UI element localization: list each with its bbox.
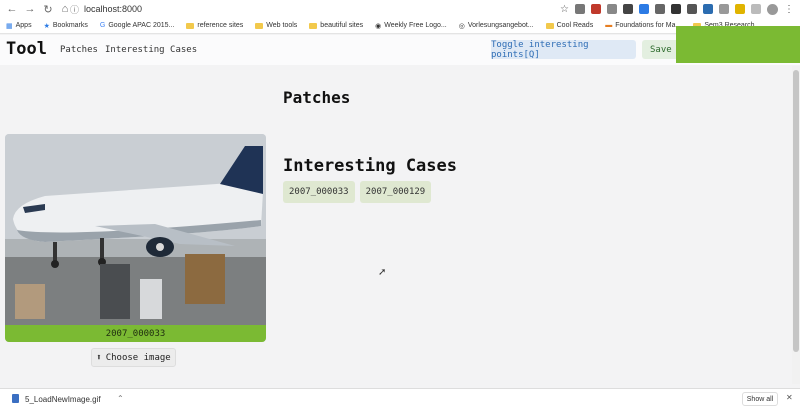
forward-icon[interactable]: → [22,1,38,17]
extension-icon[interactable] [655,4,665,14]
url-text: localhost:8000 [84,4,143,14]
extension-icon[interactable] [591,4,601,14]
download-shelf: 5_LoadNewImage.gif ⌃ Show all ✕ [0,388,800,408]
back-icon[interactable]: ← [4,1,20,17]
reload-icon[interactable]: ↻ [40,1,56,17]
nav-link-patches[interactable]: Patches [60,45,98,55]
bookmark-item[interactable]: ▬ Foundations for Ma... [605,22,681,29]
show-all-button[interactable]: Show all [742,392,778,406]
extension-icon[interactable] [735,4,745,14]
mouse-cursor-icon: ➚ [378,267,387,278]
interesting-cases-heading: Interesting Cases [283,156,457,176]
menu-icon[interactable]: ⋮ [784,4,794,15]
upload-icon: ⬆ [96,352,102,363]
extension-icon[interactable] [687,4,697,14]
extension-icon[interactable] [607,4,617,14]
case-chip[interactable]: 2007_000129 [359,181,432,203]
bookmark-item[interactable]: G Google APAC 2015... [100,22,174,29]
extension-icon[interactable] [703,4,713,14]
close-icon[interactable]: ✕ [786,393,793,402]
bookmark-folder[interactable]: reference sites [186,22,243,29]
image-caption: 2007_000033 [5,325,266,342]
folder-icon [545,22,554,29]
choose-image-label: Choose image [105,352,171,363]
avatar[interactable] [767,3,778,15]
apps-icon: ▦ [6,22,13,30]
extension-icon[interactable] [575,4,585,14]
nav-link-interesting-cases[interactable]: Interesting Cases [105,45,197,55]
folder-icon [255,22,264,29]
case-chip[interactable]: 2007_000033 [283,181,355,203]
accent-overlay [676,26,800,63]
airplane-photo[interactable] [5,134,266,325]
folder-icon [309,22,318,29]
download-file-name[interactable]: 5_LoadNewImage.gif [25,395,101,404]
bookmark-item[interactable]: ◉ Weekly Free Logo... [375,22,447,30]
google-icon: G [99,22,106,29]
extension-icon[interactable] [623,4,633,14]
star-icon[interactable]: ☆ [560,4,569,15]
info-icon: ⓘ [70,4,80,15]
extension-icon[interactable] [719,4,729,14]
file-icon [12,394,19,403]
extension-icon[interactable] [639,4,649,14]
bookmark-folder[interactable]: beautiful sites [309,22,363,29]
extension-icon[interactable] [751,4,761,14]
star-icon: ★ [43,22,50,30]
chevron-up-icon[interactable]: ⌃ [117,394,124,403]
image-card: 2007_000033 [5,134,266,342]
folder-icon [186,22,195,29]
bookmark-apps[interactable]: ▦ Apps [6,22,32,30]
app-brand[interactable]: Tool [6,39,47,59]
bookmark-item[interactable]: ★ Bookmarks [44,22,88,30]
toggle-interesting-points-button[interactable]: Toggle interesting points[Q] [491,40,636,60]
bookmark-folder[interactable]: Cool Reads [545,22,593,29]
patches-heading: Patches [283,88,351,107]
browser-toolbar: ← → ↻ ⌂ ⓘ localhost:8000 ☆ ⋮ [0,0,800,18]
globe-icon: ◉ [375,22,382,30]
scrollbar-thumb[interactable] [793,70,799,352]
globe-icon: ◎ [458,22,465,30]
bookmark-item[interactable]: ◎ Vorlesungsangebot... [459,22,534,30]
bookmark-folder[interactable]: Web tools [255,22,297,29]
choose-image-button[interactable]: ⬆ Choose image [91,348,176,367]
extensions-area: ☆ ⋮ [560,1,794,17]
bookmark-icon: ▬ [605,22,613,29]
interesting-cases-list: 2007_000033 2007_000129 [283,181,432,203]
extension-icon[interactable] [671,4,681,14]
address-bar[interactable]: ⓘ localhost:8000 [70,2,142,16]
